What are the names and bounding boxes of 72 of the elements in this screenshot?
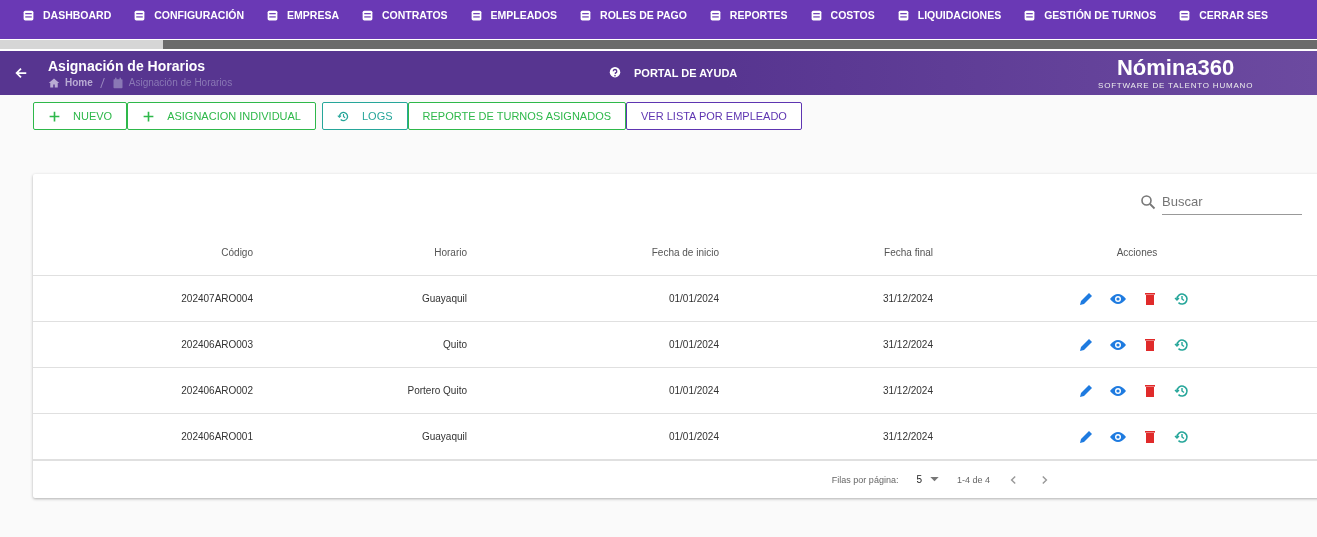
history-icon[interactable] xyxy=(1173,336,1191,353)
table-cell-text: 01/01/2024 xyxy=(667,293,719,304)
table-cell-text: 202406ARO002 xyxy=(180,385,253,396)
nav-item[interactable]: CERRAR SES xyxy=(1178,8,1269,22)
logo-text: Nómina360 xyxy=(1116,56,1235,79)
nav-icon xyxy=(809,8,823,22)
nav-icon xyxy=(1178,8,1192,22)
history-icon[interactable] xyxy=(1173,382,1191,399)
nav-item[interactable]: CONFIGURACIÓN xyxy=(133,8,245,22)
dropdown-caret-icon xyxy=(929,477,939,482)
table-cell-text: 01/01/2024 xyxy=(667,339,719,350)
nav-item[interactable]: EMPRESA xyxy=(266,8,340,22)
breadcrumb-link[interactable]: Home xyxy=(65,77,93,88)
table-cell-text: 31/12/2024 xyxy=(881,385,933,396)
edit-icon[interactable] xyxy=(1077,382,1095,399)
nav-icon xyxy=(1023,8,1037,22)
nav-item[interactable]: LIQUIDACIONES xyxy=(896,8,1002,22)
nav-item[interactable]: CONTRATOS xyxy=(361,8,448,22)
logo-tagline: SOFTWARE DE TALENTO HUMANO xyxy=(1098,80,1254,90)
nav-item[interactable]: GESTIÓN DE TURNOS xyxy=(1023,8,1157,22)
table-cell-text: 01/01/2024 xyxy=(667,431,719,442)
nav-icon xyxy=(896,8,910,22)
table-cell-text: Portero Quito xyxy=(406,385,467,396)
action-button[interactable]: VER LISTA POR EMPLEADO xyxy=(626,102,802,130)
horizontal-scrollbar[interactable] xyxy=(0,39,1317,51)
column-header: Fecha final xyxy=(883,247,933,258)
column-header: Horario xyxy=(433,247,467,258)
edit-icon[interactable] xyxy=(1077,428,1095,445)
history-icon xyxy=(337,109,350,123)
table-cell-text: Guayaquil xyxy=(420,431,467,442)
nav-item[interactable]: ROLES DE PAGO xyxy=(579,8,687,22)
column-header: Acciones xyxy=(1115,247,1159,258)
nav-icon xyxy=(361,8,375,22)
plus-icon xyxy=(48,109,61,123)
help-icon xyxy=(608,66,622,80)
plus-icon xyxy=(142,109,156,123)
help-portal-link[interactable]: PORTAL DE AYUDA xyxy=(608,66,1098,80)
table-cell-text: 202407ARO004 xyxy=(180,293,253,304)
page-title: Asignación de Horarios xyxy=(48,57,207,74)
nav-icon xyxy=(266,8,280,22)
nav-item[interactable]: EMPLEADOS xyxy=(469,8,558,22)
nav-item[interactable]: DASHBOARD xyxy=(22,8,112,22)
rows-per-page-select[interactable]: 5 xyxy=(916,474,939,485)
history-icon[interactable] xyxy=(1173,428,1191,445)
calendar-icon xyxy=(111,76,124,89)
nav-icon xyxy=(708,8,722,22)
column-header: Fecha de inicio xyxy=(650,247,719,258)
table-cell-text: 202406ARO003 xyxy=(180,339,253,350)
history-icon[interactable] xyxy=(1173,290,1191,307)
nav-icon xyxy=(579,8,593,22)
table-cell-text: 202406ARO001 xyxy=(180,431,253,442)
table-cell-text: 31/12/2024 xyxy=(881,339,933,350)
edit-icon[interactable] xyxy=(1077,336,1095,353)
search-icon xyxy=(1140,194,1156,210)
home-icon xyxy=(48,76,60,89)
nav-item[interactable]: REPORTES xyxy=(708,8,788,22)
nav-icon xyxy=(469,8,483,22)
rows-per-page-label: Filas por página: xyxy=(831,474,899,485)
breadcrumb-current: Asignación de Horarios xyxy=(128,77,233,88)
edit-icon[interactable] xyxy=(1077,290,1095,307)
search-field[interactable]: Buscar xyxy=(1162,189,1302,215)
back-arrow-icon[interactable] xyxy=(14,66,28,80)
table-cell-text: 31/12/2024 xyxy=(881,293,933,304)
column-header: Código xyxy=(220,247,253,258)
table-cell-text: 31/12/2024 xyxy=(881,431,933,442)
table-cell-text: Quito xyxy=(442,339,467,350)
table-cell-text: Guayaquil xyxy=(420,293,467,304)
nav-icon xyxy=(133,8,147,22)
pagination-range: 1-4 de 4 xyxy=(956,474,990,485)
nav-icon xyxy=(22,8,35,22)
table-cell-text: 01/01/2024 xyxy=(667,385,719,396)
nav-item[interactable]: COSTOS xyxy=(809,8,875,22)
